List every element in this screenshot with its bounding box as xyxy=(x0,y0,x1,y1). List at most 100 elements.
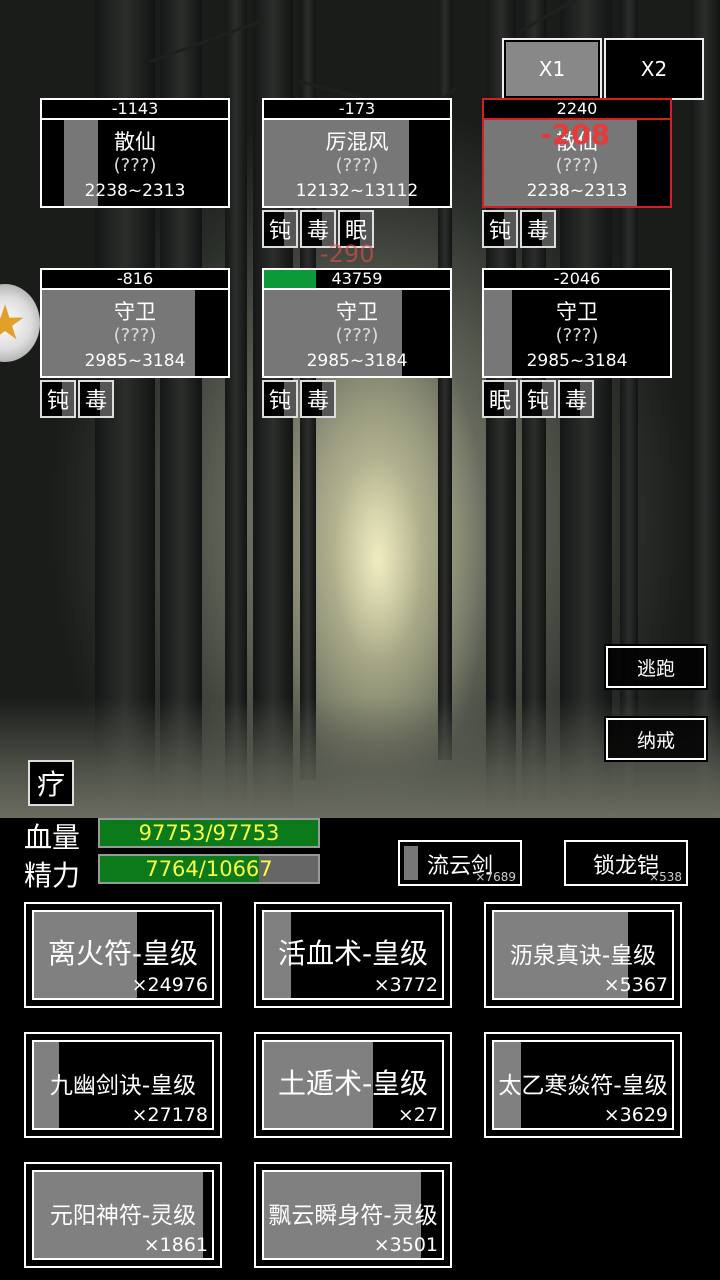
skill-button[interactable]: 土遁术-皇级 ×27 xyxy=(254,1032,452,1138)
status-tag-label: 毒 xyxy=(84,389,107,414)
enemy-damage-range: 2985~3184 xyxy=(84,351,186,371)
status-tags: 钝毒 xyxy=(262,380,336,418)
skill-count: ×27178 xyxy=(131,1104,208,1126)
skill-inner: 太乙寒焱符-皇级 ×3629 xyxy=(492,1040,674,1130)
armor-count: ×538 xyxy=(649,870,682,884)
status-tag: 钝 xyxy=(482,210,518,248)
skill-button[interactable]: 活血术-皇级 ×3772 xyxy=(254,902,452,1008)
status-tags: 眠钝毒 xyxy=(482,380,594,418)
mp-bar: 7764/10667 xyxy=(98,854,320,884)
skill-name: 飘云瞬身符-灵级 xyxy=(268,1203,438,1229)
enemy-level: (???) xyxy=(335,325,379,346)
enemy-body: 散仙 (???) 2238~2313 xyxy=(40,118,230,208)
skill-name: 九幽剑诀-皇级 xyxy=(49,1073,197,1099)
status-tag: 钝 xyxy=(262,380,298,418)
status-tags: 钝毒 xyxy=(482,210,556,248)
status-tag-label: 毒 xyxy=(526,219,549,244)
enemy-card[interactable]: 2240 散仙 (???) 2238~2313 xyxy=(482,98,672,208)
status-tag-label: 眠 xyxy=(488,389,511,414)
skill-count: ×1861 xyxy=(143,1234,208,1256)
enemy-level: (???) xyxy=(113,325,157,346)
ring-button[interactable]: 纳戒 xyxy=(606,718,706,760)
enemy-card[interactable]: -2046 守卫 (???) 2985~3184 xyxy=(482,268,672,378)
enemy-card[interactable]: -1143 散仙 (???) 2238~2313 xyxy=(40,98,230,208)
speed-x2-button[interactable]: X2 xyxy=(604,38,704,100)
status-tag-label: 毒 xyxy=(564,389,587,414)
enemy-damage-range: 12132~13112 xyxy=(295,181,419,201)
mp-label: 精力 xyxy=(24,859,81,892)
enemy-damage-range: 2238~2313 xyxy=(84,181,186,201)
skill-button[interactable]: 元阳神符-灵级 ×1861 xyxy=(24,1162,222,1268)
skill-button[interactable]: 离火符-皇级 ×24976 xyxy=(24,902,222,1008)
enemy-body: 厉混风 (???) 12132~13112 xyxy=(262,118,452,208)
skill-name: 土遁术-皇级 xyxy=(277,1067,429,1100)
flee-button[interactable]: 逃跑 xyxy=(606,646,706,688)
status-tag-label: 钝 xyxy=(268,389,291,414)
status-tag: 毒 xyxy=(78,380,114,418)
skill-inner: 元阳神符-灵级 ×1861 xyxy=(32,1170,214,1260)
skill-inner: 飘云瞬身符-灵级 ×3501 xyxy=(262,1170,444,1260)
enemy-hp-bar: -2046 xyxy=(482,268,672,288)
enemy-damage-range: 2985~3184 xyxy=(306,351,408,371)
enemy-body: 守卫 (???) 2985~3184 xyxy=(40,288,230,378)
skill-inner: 活血术-皇级 ×3772 xyxy=(262,910,444,1000)
enemy-hp-bar: -816 xyxy=(40,268,230,288)
status-tag: 毒 xyxy=(558,380,594,418)
status-tags: 钝毒 xyxy=(40,380,114,418)
enemy-card[interactable]: -816 守卫 (???) 2985~3184 xyxy=(40,268,230,378)
status-tag: 钝 xyxy=(262,210,298,248)
damage-float-text: -208 xyxy=(540,118,611,151)
skill-inner: 沥泉真诀-皇级 ×5367 xyxy=(492,910,674,1000)
enemy-hp-fill xyxy=(264,270,317,288)
enemy-hp-bar: 43759 xyxy=(262,268,452,288)
hp-label: 血量 xyxy=(24,821,81,854)
enemy-name: 守卫 xyxy=(114,300,156,324)
status-tag: 钝 xyxy=(520,380,556,418)
status-tag: 毒 xyxy=(300,380,336,418)
enemy-card[interactable]: 43759 守卫 (???) 2985~3184 xyxy=(262,268,452,378)
flee-label: 逃跑 xyxy=(636,657,675,680)
skill-count: ×3629 xyxy=(603,1104,668,1126)
enemy-hp-value: -173 xyxy=(338,99,376,118)
skill-inner: 九幽剑诀-皇级 ×27178 xyxy=(32,1040,214,1130)
enemy-name: 厉混风 xyxy=(325,130,389,154)
enemy-hp-value: -1143 xyxy=(111,99,159,118)
speed-x1-label: X1 xyxy=(538,57,566,81)
enemy-body: 守卫 (???) 2985~3184 xyxy=(262,288,452,378)
speed-x2-label: X2 xyxy=(640,57,668,81)
heal-button[interactable]: 疗 xyxy=(28,760,74,806)
status-tag-label: 钝 xyxy=(526,389,549,414)
enemy-name: 散仙 xyxy=(114,130,156,154)
enemy-level: (???) xyxy=(113,155,157,176)
enemy-name: 守卫 xyxy=(556,300,598,324)
weapon-slot-sword[interactable]: 流云剑 ×7689 xyxy=(398,840,522,886)
skill-name: 离火符-皇级 xyxy=(47,937,199,970)
enemy-name: 守卫 xyxy=(336,300,378,324)
speed-x1-button[interactable]: X1 xyxy=(502,38,602,100)
enemy-card[interactable]: -173 厉混风 (???) 12132~13112 xyxy=(262,98,452,208)
skill-count: ×3772 xyxy=(373,974,438,996)
hp-value: 97753/97753 xyxy=(138,821,280,845)
skill-name: 太乙寒焱符-皇级 xyxy=(498,1073,668,1099)
enemy-damage-range: 2238~2313 xyxy=(526,181,628,201)
ring-label: 纳戒 xyxy=(636,729,675,752)
status-tag: 钝 xyxy=(40,380,76,418)
enemy-damage-range: 2985~3184 xyxy=(526,351,628,371)
heal-label: 疗 xyxy=(36,768,65,801)
enemy-level: (???) xyxy=(555,155,599,176)
skill-count: ×27 xyxy=(397,1104,438,1126)
skill-button[interactable]: 沥泉真诀-皇级 ×5367 xyxy=(484,902,682,1008)
enemy-body: 守卫 (???) 2985~3184 xyxy=(482,288,672,378)
enemy-hp-bar: -1143 xyxy=(40,98,230,118)
skill-button[interactable]: 太乙寒焱符-皇级 ×3629 xyxy=(484,1032,682,1138)
status-tag-label: 钝 xyxy=(46,389,69,414)
skill-inner: 土遁术-皇级 ×27 xyxy=(262,1040,444,1130)
enemy-level: (???) xyxy=(335,155,379,176)
enemy-hp-value: -2046 xyxy=(553,269,601,288)
skill-name: 沥泉真诀-皇级 xyxy=(509,943,657,969)
skill-button[interactable]: 飘云瞬身符-灵级 ×3501 xyxy=(254,1162,452,1268)
damage-float-text: -290 xyxy=(320,240,375,268)
skill-button[interactable]: 九幽剑诀-皇级 ×27178 xyxy=(24,1032,222,1138)
hp-bar: 97753/97753 xyxy=(98,818,320,848)
weapon-slot-armor[interactable]: 锁龙铠 ×538 xyxy=(564,840,688,886)
